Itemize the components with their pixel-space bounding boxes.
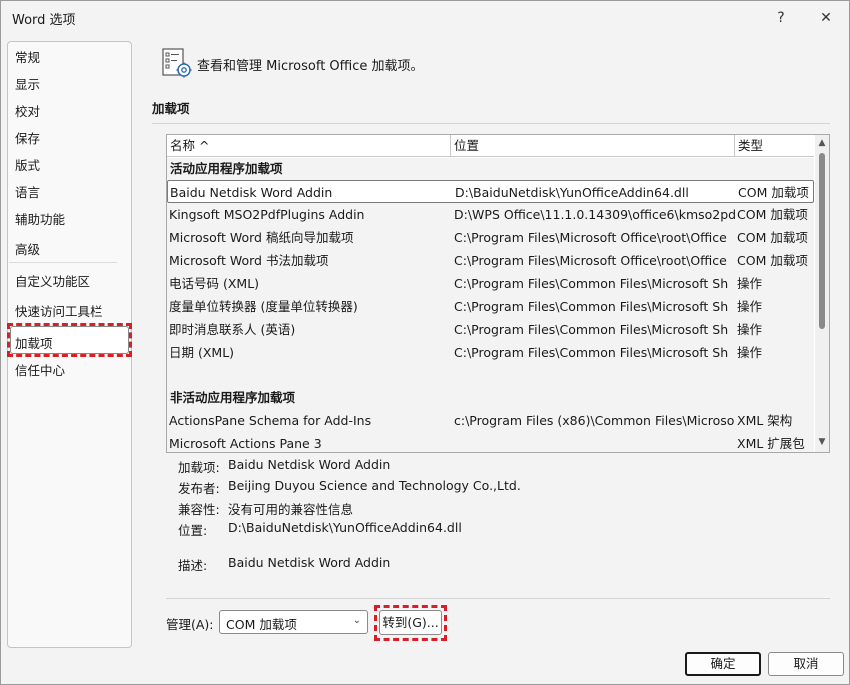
sidebar-item-advanced[interactable]: 高级	[15, 239, 40, 258]
bottom-divider	[166, 598, 830, 599]
highlight-outline-go	[374, 605, 447, 641]
sidebar-item-layout[interactable]: 版式	[15, 155, 40, 174]
row-name: 度量单位转换器 (度量单位转换器)	[169, 299, 358, 314]
row-name: Kingsoft MSO2PdfPlugins Addin	[169, 207, 365, 222]
list-scrollbar[interactable]: ▲ ▼	[815, 135, 829, 452]
row-type: COM 加载项	[737, 230, 808, 245]
list-row[interactable]: Baidu Netdisk Word Addin D:\BaiduNetdisk…	[167, 180, 814, 203]
group-header-active: 活动应用程序加载项	[167, 158, 814, 180]
close-icon[interactable]: ✕	[812, 6, 840, 30]
scroll-up-icon[interactable]: ▲	[815, 138, 829, 148]
list-row[interactable]: ActionsPane Schema for Add-Ins c:\Progra…	[167, 409, 814, 432]
list-row[interactable]: 即时消息联系人 (英语) C:\Program Files\Common Fil…	[167, 318, 814, 341]
row-name: 日期 (XML)	[169, 345, 235, 360]
row-name: Baidu Netdisk Word Addin	[170, 185, 333, 200]
sidebar-item-proofing[interactable]: 校对	[15, 101, 40, 120]
detail-compatibility-value: 没有可用的兼容性信息	[228, 502, 354, 517]
row-type: COM 加载项	[737, 253, 808, 268]
row-name: ActionsPane Schema for Add-Ins	[169, 413, 372, 428]
row-type: 操作	[737, 345, 763, 360]
column-header-location[interactable]: 位置	[451, 135, 735, 157]
row-name: Microsoft Word 书法加载项	[169, 253, 329, 268]
list-row[interactable]: Microsoft Word 稿纸向导加载项 C:\Program Files\…	[167, 226, 814, 249]
row-location: C:\Program Files\Common Files\Microsoft …	[454, 276, 729, 291]
row-name: Microsoft Word 稿纸向导加载项	[169, 230, 354, 245]
sidebar-divider	[9, 262, 117, 263]
row-location: C:\Program Files\Common Files\Microsoft …	[454, 345, 729, 360]
row-name: 电话号码 (XML)	[169, 276, 260, 291]
cancel-button[interactable]: 取消	[768, 652, 844, 676]
row-type: 操作	[737, 299, 763, 314]
list-spacer-row	[167, 364, 814, 387]
sidebar-item-trust-center[interactable]: 信任中心	[15, 360, 65, 379]
list-row[interactable]: Microsoft Actions Pane 3 XML 扩展包	[167, 432, 814, 452]
page-header-text: 查看和管理 Microsoft Office 加载项。	[197, 59, 424, 74]
detail-compatibility-label: 兼容性:	[178, 502, 220, 517]
sidebar-item-general[interactable]: 常规	[15, 47, 40, 66]
row-location: D:\BaiduNetdisk\YunOfficeAddin64.dll	[455, 185, 689, 200]
sidebar-item-quick-access-toolbar[interactable]: 快速访问工具栏	[15, 301, 103, 320]
addins-gear-icon	[162, 48, 192, 78]
highlight-outline-addins	[7, 323, 132, 357]
sidebar-item-save[interactable]: 保存	[15, 128, 40, 147]
list-row[interactable]: 日期 (XML) C:\Program Files\Common Files\M…	[167, 341, 814, 364]
detail-location-value: D:\BaiduNetdisk\YunOfficeAddin64.dll	[228, 520, 462, 535]
scroll-thumb[interactable]	[819, 153, 825, 329]
ok-button[interactable]: 确定	[685, 652, 761, 676]
row-type: COM 加载项	[737, 207, 808, 222]
row-location: C:\Program Files\Microsoft Office\root\O…	[454, 253, 727, 268]
section-divider	[152, 123, 830, 124]
row-location: c:\Program Files (x86)\Common Files\Micr…	[454, 413, 735, 428]
group-header-inactive: 非活动应用程序加载项	[167, 387, 814, 409]
list-header: 名称 ^ 位置 类型	[167, 135, 814, 157]
row-type: XML 扩展包	[737, 436, 805, 451]
row-location: C:\Program Files\Common Files\Microsoft …	[454, 322, 729, 337]
row-location: C:\Program Files\Common Files\Microsoft …	[454, 299, 729, 314]
manage-label: 管理(A):	[166, 617, 214, 632]
detail-publisher-value: Beijing Duyou Science and Technology Co.…	[228, 478, 521, 493]
sidebar-item-customize-ribbon[interactable]: 自定义功能区	[15, 271, 90, 290]
list-row[interactable]: 电话号码 (XML) C:\Program Files\Common Files…	[167, 272, 814, 295]
row-type: 操作	[737, 322, 763, 337]
list-row[interactable]: 度量单位转换器 (度量单位转换器) C:\Program Files\Commo…	[167, 295, 814, 318]
detail-description-label: 描述:	[178, 558, 208, 573]
sidebar-item-accessibility[interactable]: 辅助功能	[15, 209, 65, 228]
detail-addin-label: 加载项:	[178, 460, 220, 475]
row-location: D:\WPS Office\11.1.0.14309\office6\kmso2…	[454, 207, 736, 222]
dialog-title: Word 选项	[12, 13, 76, 28]
help-icon[interactable]: ?	[767, 6, 795, 30]
detail-description-value: Baidu Netdisk Word Addin	[228, 555, 391, 570]
title-bar: Word 选项 ? ✕	[1, 1, 849, 35]
sidebar-item-display[interactable]: 显示	[15, 74, 40, 93]
detail-publisher-label: 发布者:	[178, 481, 220, 496]
chevron-down-icon: ⌄	[352, 615, 361, 626]
scroll-down-icon[interactable]: ▼	[815, 437, 829, 447]
row-type: COM 加载项	[738, 185, 809, 200]
section-title: 加载项	[152, 101, 190, 116]
word-options-dialog: Word 选项 ? ✕ 常规 显示 校对 保存 版式 语言 辅助功能 高级 自定…	[0, 0, 850, 685]
column-header-type[interactable]: 类型	[735, 135, 814, 157]
column-header-name[interactable]: 名称 ^	[167, 135, 451, 157]
row-name: 即时消息联系人 (英语)	[169, 322, 296, 337]
list-row[interactable]: Kingsoft MSO2PdfPlugins Addin D:\WPS Off…	[167, 203, 814, 226]
list-row[interactable]: Microsoft Word 书法加载项 C:\Program Files\Mi…	[167, 249, 814, 272]
row-type: 操作	[737, 276, 763, 291]
manage-dropdown[interactable]: COM 加载项 ⌄	[219, 610, 368, 634]
row-location: C:\Program Files\Microsoft Office\root\O…	[454, 230, 727, 245]
addins-list[interactable]: 名称 ^ 位置 类型 活动应用程序加载项 Baidu Netdisk Word …	[166, 134, 830, 453]
manage-selected-option: COM 加载项	[226, 617, 297, 632]
row-type: XML 架构	[737, 413, 793, 428]
row-name: Microsoft Actions Pane 3	[169, 436, 322, 451]
detail-addin-value: Baidu Netdisk Word Addin	[228, 457, 391, 472]
sidebar-item-language[interactable]: 语言	[15, 182, 40, 201]
detail-location-label: 位置:	[178, 523, 208, 538]
